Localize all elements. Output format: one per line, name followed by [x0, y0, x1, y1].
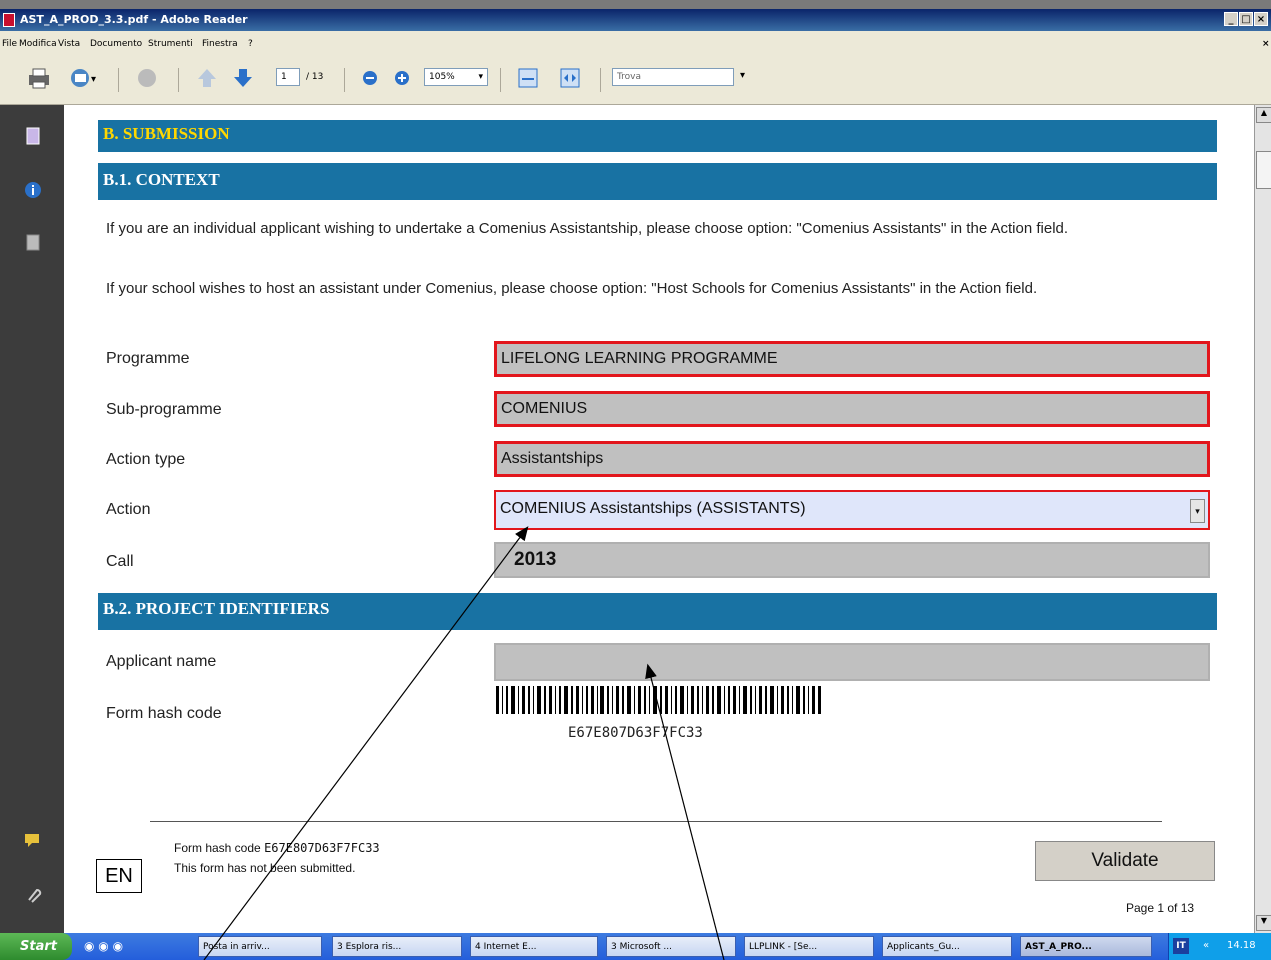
zoom-value: 105% [429, 72, 455, 82]
hand-tool-icon[interactable] [134, 66, 160, 90]
toolbar: ▾ 1 / 13 105% ▾ Trova ▾ [0, 56, 1271, 105]
action-select[interactable]: COMENIUS Assistantships (ASSISTANTS) ▾ [494, 490, 1210, 530]
start-button[interactable]: Start [0, 933, 72, 960]
taskbar-item-applicants-guide[interactable]: Applicants_Gu... [882, 936, 1012, 957]
previous-page-icon[interactable] [196, 66, 218, 90]
toolbar-separator [344, 68, 345, 92]
barcode [496, 686, 821, 714]
fit-width-icon[interactable] [558, 66, 582, 90]
programme-field[interactable]: LIFELONG LEARNING PROGRAMME [494, 341, 1210, 377]
zoom-in-icon[interactable] [392, 66, 412, 90]
section-b-header: B. SUBMISSION [98, 120, 1217, 152]
zoom-out-icon[interactable] [360, 66, 380, 90]
email-icon[interactable]: ▾ [68, 66, 98, 90]
menu-documento[interactable]: Documento [90, 39, 142, 49]
applicant-name-label: Applicant name [106, 653, 217, 670]
call-field[interactable]: 2013 [494, 542, 1210, 578]
search-input[interactable]: Trova [612, 68, 734, 86]
fit-page-icon[interactable] [516, 66, 540, 90]
language-badge: EN [96, 859, 142, 893]
attachments-icon[interactable] [24, 233, 42, 251]
adobe-reader-icon [3, 13, 15, 27]
page-total: / 13 [306, 72, 324, 82]
search-placeholder: Trova [617, 72, 642, 82]
taskbar-item-adobe-reader[interactable]: AST_A_PRO... [1020, 936, 1152, 957]
taskbar-item-mail[interactable]: Posta in arriv... [198, 936, 322, 957]
action-type-label: Action type [106, 451, 186, 468]
toolbar-separator [500, 68, 501, 92]
menu-modifica[interactable]: Modifica [19, 39, 57, 49]
toolbar-separator [118, 68, 119, 92]
close-document-icon[interactable]: × [1262, 39, 1270, 49]
tray-expand-icon[interactable]: « [1203, 940, 1209, 951]
scroll-up-icon[interactable]: ▲ [1256, 107, 1271, 123]
maximize-button[interactable]: □ [1239, 12, 1253, 26]
vertical-scrollbar[interactable]: ▲ ▼ [1254, 105, 1271, 933]
menu-strumenti[interactable]: Strumenti [148, 39, 193, 49]
close-button[interactable]: × [1254, 12, 1268, 26]
navigation-pane [0, 105, 64, 933]
submission-status: This form has not been submitted. [174, 861, 356, 875]
chevron-down-icon: ▾ [478, 72, 483, 82]
subprogramme-label: Sub-programme [106, 401, 222, 418]
clock: 14.18 [1227, 940, 1256, 951]
action-label: Action [106, 501, 151, 518]
form-hash-label: Form hash code [106, 705, 222, 722]
action-type-field[interactable]: Assistantships [494, 441, 1210, 477]
footer-hash-label: Form hash code [174, 841, 261, 855]
chevron-down-icon[interactable]: ▾ [1190, 499, 1205, 523]
taskbar-item-internet-explorer[interactable]: 4 Internet E... [470, 936, 598, 957]
zoom-select[interactable]: 105% ▾ [424, 68, 488, 86]
svg-text:▾: ▾ [91, 74, 96, 85]
info-icon[interactable] [24, 181, 42, 199]
search-dropdown-icon[interactable]: ▾ [740, 70, 745, 81]
footer-divider [150, 821, 1162, 822]
toolbar-separator [600, 68, 601, 92]
footer-hash-line: Form hash code E67E807D63F7FC33 [174, 841, 380, 855]
paperclip-icon[interactable] [24, 885, 42, 903]
menu-help[interactable]: ? [248, 39, 253, 49]
page-number-input[interactable]: 1 [276, 68, 300, 86]
taskbar-item-explorer[interactable]: 3 Esplora ris... [332, 936, 462, 957]
taskbar: Start ◉ ◉ ◉ Posta in arriv... 3 Esplora … [0, 933, 1271, 960]
context-paragraph-1: If you are an individual applicant wishi… [106, 220, 1069, 237]
minimize-button[interactable]: _ [1224, 12, 1238, 26]
section-b2-header: B.2. PROJECT IDENTIFIERS [98, 593, 1217, 630]
quick-launch-icons[interactable]: ◉ ◉ ◉ [84, 939, 144, 955]
menu-file[interactable]: File [2, 39, 17, 49]
title-bar: AST_A_PROD_3.3.pdf - Adobe Reader _ □ × [0, 9, 1271, 31]
action-value: COMENIUS Assistantships (ASSISTANTS) [500, 500, 806, 517]
programme-label: Programme [106, 350, 190, 367]
taskbar-item-microsoft[interactable]: 3 Microsoft ... [606, 936, 736, 957]
context-paragraph-2: If your school wishes to host an assista… [106, 280, 1038, 297]
toolbar-separator [178, 68, 179, 92]
subprogramme-field[interactable]: COMENIUS [494, 391, 1210, 427]
menu-finestra[interactable]: Finestra [202, 39, 238, 49]
applicant-name-field[interactable] [494, 643, 1210, 681]
hash-code-text: E67E807D63F7FC33 [568, 725, 703, 741]
window-title: AST_A_PROD_3.3.pdf - Adobe Reader [20, 13, 248, 26]
next-page-icon[interactable] [232, 66, 254, 90]
scroll-down-icon[interactable]: ▼ [1256, 915, 1271, 931]
validate-button[interactable]: Validate [1035, 841, 1215, 881]
call-label: Call [106, 553, 134, 570]
taskbar-item-llplink[interactable]: LLPLINK - [Se... [744, 936, 874, 957]
pdf-page: B. SUBMISSION B.1. CONTEXT If you are an… [64, 105, 1254, 933]
footer-hash-value: E67E807D63F7FC33 [264, 841, 380, 855]
page-indicator: Page 1 of 13 [1126, 901, 1195, 915]
menu-bar: File Modifica Vista Documento Strumenti … [0, 31, 1271, 56]
language-indicator[interactable]: IT [1173, 938, 1189, 954]
menu-vista[interactable]: Vista [58, 39, 80, 49]
section-b1-header: B.1. CONTEXT [98, 163, 1217, 200]
pages-icon[interactable] [24, 127, 42, 145]
system-tray: IT « 14.18 [1168, 933, 1271, 960]
print-icon[interactable] [26, 66, 52, 90]
comments-icon[interactable] [24, 831, 42, 849]
scroll-thumb[interactable] [1256, 151, 1271, 189]
